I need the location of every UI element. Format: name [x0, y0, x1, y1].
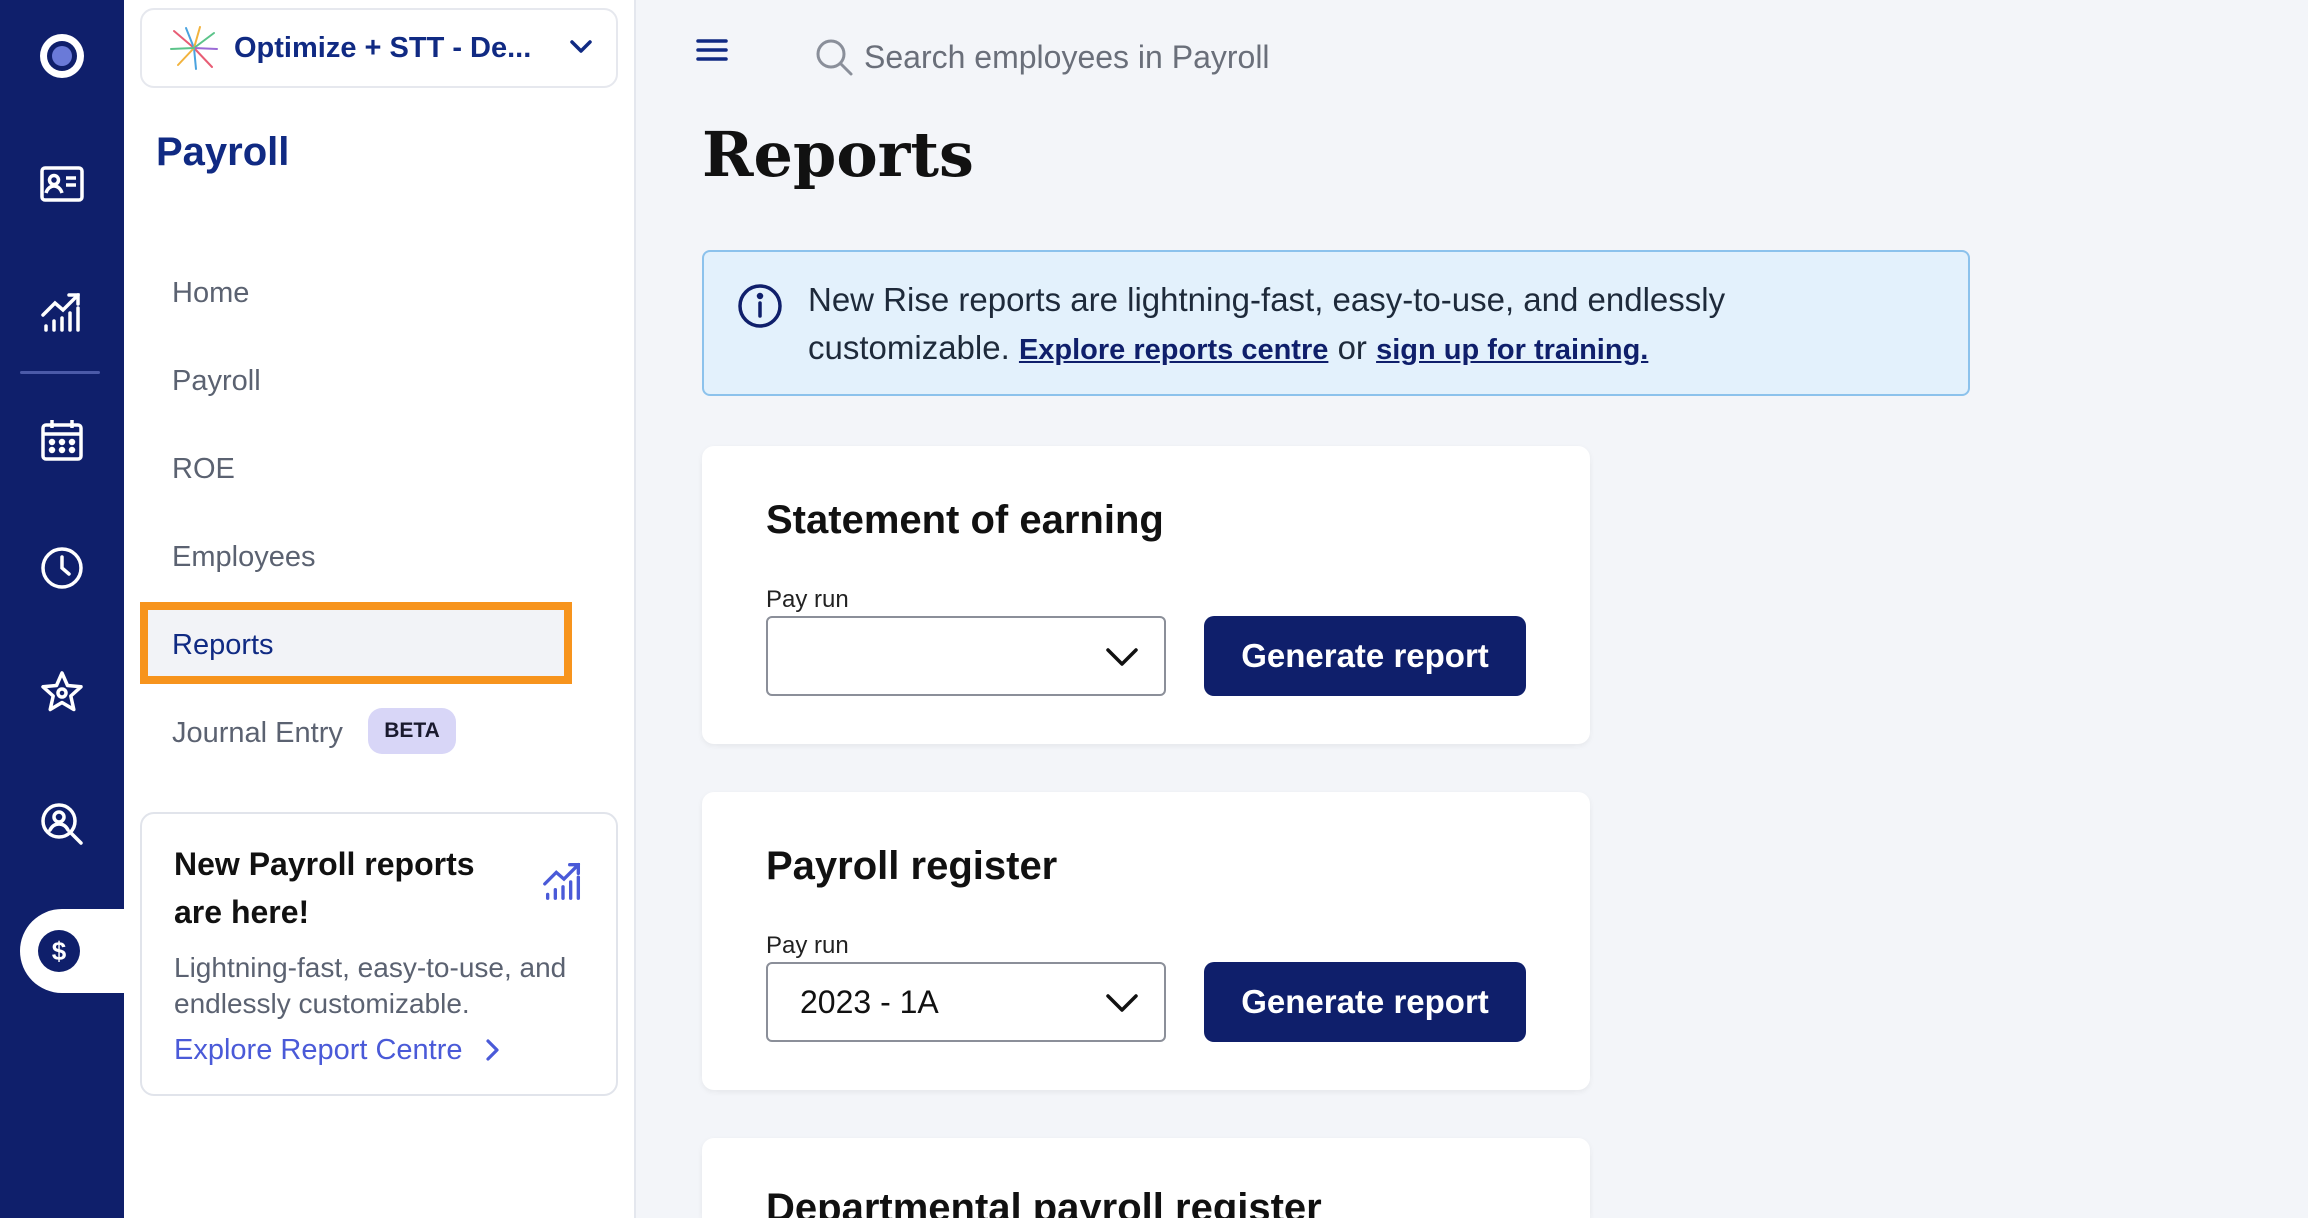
pay-run-select[interactable]: 2023 - 1A: [766, 962, 1166, 1042]
nav-item-employees[interactable]: Employees: [172, 532, 315, 582]
id-card-icon: [40, 166, 84, 202]
nav-item-journal-entry[interactable]: Journal Entry: [172, 708, 343, 758]
rail-time[interactable]: [0, 528, 124, 608]
info-icon: [738, 284, 782, 328]
card-title: Payroll register: [766, 844, 1058, 888]
app-rail: $: [0, 0, 124, 1218]
clock-icon: [41, 547, 83, 589]
promo-card: New Payroll reports are here! Lightning-…: [140, 812, 618, 1096]
analytics-icon: [543, 863, 581, 900]
promo-link-label: Explore Report Centre: [174, 1034, 463, 1066]
payroll-sidebar: Optimize + STT - De... Payroll Home Payr…: [124, 0, 636, 1218]
chevron-down-icon: [566, 31, 596, 66]
report-card-departmental-payroll-register: Departmental payroll register: [702, 1138, 1590, 1218]
beta-badge: BETA: [368, 708, 456, 754]
report-card-statement-of-earning: Statement of earning Pay run Generate re…: [702, 446, 1590, 744]
pay-run-label: Pay run: [766, 932, 849, 959]
nav-item-reports[interactable]: Reports: [172, 620, 274, 670]
pay-run-select[interactable]: [766, 616, 1166, 696]
card-title: Departmental payroll register: [766, 1186, 1322, 1218]
person-search-icon: [41, 803, 83, 845]
page-title: Reports: [702, 118, 974, 191]
org-name: Optimize + STT - De...: [234, 31, 532, 64]
hamburger-menu-icon[interactable]: [692, 30, 732, 70]
star-icon: [41, 671, 83, 712]
rail-analytics[interactable]: [0, 272, 124, 352]
chevron-down-icon: [1106, 994, 1138, 1012]
calendar-icon: [41, 420, 83, 461]
rail-calendar[interactable]: [0, 400, 124, 480]
card-title: Statement of earning: [766, 498, 1164, 542]
pay-run-value: 2023 - 1A: [800, 983, 939, 1020]
rail-payroll-active[interactable]: $: [20, 909, 124, 993]
rail-recognition[interactable]: [0, 652, 124, 732]
rail-people[interactable]: [0, 144, 124, 224]
rail-divider: [20, 371, 100, 374]
app-logo-icon: [40, 34, 84, 78]
rail-hiring[interactable]: [0, 784, 124, 864]
employee-search: [814, 30, 1426, 84]
search-icon: [816, 39, 853, 76]
banner-connector: or: [1337, 329, 1367, 366]
app-logo[interactable]: [0, 16, 124, 96]
section-title: Payroll: [156, 130, 290, 174]
dollar-icon: $: [38, 930, 80, 972]
promo-title: New Payroll reports are here!: [174, 846, 475, 930]
generate-report-button[interactable]: Generate report: [1204, 616, 1526, 696]
generate-report-button[interactable]: Generate report: [1204, 962, 1526, 1042]
chevron-down-icon: [1106, 648, 1138, 666]
search-input[interactable]: [862, 37, 1426, 77]
promo-text: Lightning-fast, easy-to-use, and endless…: [174, 952, 567, 1019]
explore-reports-centre-link[interactable]: Explore reports centre: [1019, 334, 1328, 366]
sign-up-training-link[interactable]: sign up for training.: [1376, 334, 1648, 366]
report-card-payroll-register: Payroll register Pay run 2023 - 1A Gener…: [702, 792, 1590, 1090]
org-logo-icon: [170, 26, 218, 70]
chevron-right-icon: [485, 1039, 499, 1061]
banner-text: New Rise reports are lightning-fast, eas…: [808, 276, 1928, 374]
org-selector[interactable]: Optimize + STT - De...: [140, 8, 618, 88]
analytics-icon: [41, 293, 80, 332]
nav-item-payroll[interactable]: Payroll: [172, 356, 261, 406]
info-banner: New Rise reports are lightning-fast, eas…: [702, 250, 1970, 396]
explore-report-centre-link[interactable]: Explore Report Centre: [174, 1030, 505, 1070]
pay-run-label: Pay run: [766, 586, 849, 613]
nav-item-roe[interactable]: ROE: [172, 444, 235, 494]
nav-item-home[interactable]: Home: [172, 268, 249, 318]
